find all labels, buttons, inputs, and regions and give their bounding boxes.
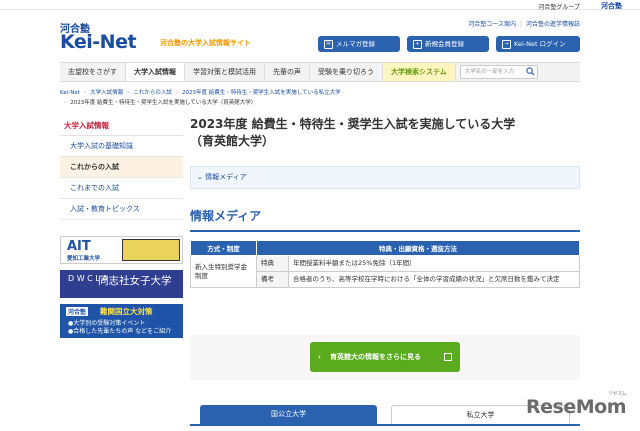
page-title: 2023年度 給費生・特待生・奨学生入試を実施している大学 （育英館大学） xyxy=(190,117,516,148)
nav-study-tips[interactable]: 学習対策と模試活用 xyxy=(185,63,265,81)
sidebar-item-basics[interactable]: 大学入試の基礎知識 xyxy=(60,136,183,157)
detail-cell: 合格者のうち、高等学校在学時における「全体の学習成績の状況」と欠席日数を鑑みて決… xyxy=(288,271,580,288)
top-bar: 河合塾グループ 河合塾 xyxy=(0,0,640,11)
more-info-button[interactable]: › 育英館大の情報をさらに見る xyxy=(310,342,460,372)
main-content: 2023年度 給費生・特待生・奨学生入試を実施している大学 （育英館大学） ⌄ … xyxy=(190,116,580,288)
magazine-link[interactable]: 河合塾の進学情報誌 xyxy=(526,21,580,28)
table-header-details: 特典・出願資格・選抜方法 xyxy=(256,240,580,256)
section-title: 情報メディア xyxy=(190,207,580,232)
global-nav: 志望校をさがす 大学入試情報 学習対策と模試活用 先輩の声 受験を乗り切ろう 大… xyxy=(60,62,580,82)
external-link-icon xyxy=(444,353,452,361)
sidebar-item-past[interactable]: これまでの入試 xyxy=(60,178,183,199)
user-icon: + xyxy=(413,39,422,49)
course-guide-link[interactable]: 河合塾コース案内 xyxy=(468,21,516,28)
register-button[interactable]: + 新規会員登録 xyxy=(407,36,489,52)
search-icon[interactable] xyxy=(526,67,535,76)
kawaijuku-title: 難関国立大対策 xyxy=(100,307,153,316)
doshisha-name: 同志社女子大学 xyxy=(98,275,172,287)
breadcrumb-admission[interactable]: 大学入試情報 xyxy=(90,90,123,96)
info-media-anchor[interactable]: ⌄ 情報メディア xyxy=(190,166,580,189)
kawaijuku-line2: ●合格した先輩たちの声 などをご紹介 xyxy=(68,328,172,335)
table-header-method: 方式・制度 xyxy=(190,240,257,256)
nav-university-search[interactable]: 大学検索システム xyxy=(383,63,456,81)
ait-banner[interactable]: AIT 愛知工業大学 xyxy=(60,236,183,264)
kawaijuku-banner[interactable]: 河合塾 難関国立大対策 ●大学別の受験対策イベント ●合格した先輩たちの声 など… xyxy=(60,304,183,338)
sidebar-heading[interactable]: 大学入試情報 xyxy=(60,116,183,136)
university-tabs: 国公立大学 私立大学 xyxy=(200,405,570,425)
chevron-right-icon: › xyxy=(318,353,321,361)
nav-exam-survival[interactable]: 受験を乗り切ろう xyxy=(310,63,383,81)
tab-underline xyxy=(190,424,580,426)
kind-cell: 特典 xyxy=(256,255,289,272)
sidebar-item-upcoming[interactable]: これからの入試 xyxy=(60,157,183,178)
nav-find-school[interactable]: 志望校をさがす xyxy=(60,63,126,81)
banner-illustration xyxy=(122,239,180,261)
search-input[interactable]: 大学名の一部を入力 xyxy=(459,65,538,79)
doshisha-banner[interactable]: D W C L A 同志社女子大学 xyxy=(60,270,183,298)
sidebar-item-topics[interactable]: 入試・教育トピックス xyxy=(60,199,183,220)
keinet-logo[interactable]: Kei-Net xyxy=(60,31,137,53)
ait-logo: AIT xyxy=(67,239,91,254)
kind-cell: 備考 xyxy=(256,271,289,288)
tab-national[interactable]: 国公立大学 xyxy=(200,405,377,425)
login-icon: → xyxy=(502,39,511,49)
nav-senior-voices[interactable]: 先輩の声 xyxy=(265,63,310,81)
resemom-watermark: ReseMom リセマム xyxy=(526,391,626,418)
scholarship-table: 方式・制度 特典・出願資格・選抜方法 新入生特別奨学金制度 特典 年間授業料半額… xyxy=(190,240,580,288)
kawaijuku-tag: 河合塾 xyxy=(66,307,89,316)
breadcrumb: Kei-Net › 大学入試情報 › これからの入試 › 2023年度 給費生・特待生・奨学… xyxy=(60,90,341,106)
ait-name: 愛知工業大学 xyxy=(67,256,101,262)
nav-admission-info[interactable]: 大学入試情報 xyxy=(126,63,185,81)
table-row: 新入生特別奨学金制度 特典 年間授業料半額または25%免除（1年間） xyxy=(190,255,580,288)
breadcrumb-current: 2023年度 給費生・特待生・奨学生入試を実施している大学（育英館大学） xyxy=(70,100,257,106)
sidebar: 大学入試情報 大学入試の基礎知識 これからの入試 これまでの入試 入試・教育トピ… xyxy=(60,116,183,220)
breadcrumb-home[interactable]: Kei-Net xyxy=(60,90,80,96)
detail-cell: 年間授業料半額または25%免除（1年間） xyxy=(288,255,580,272)
breadcrumb-upcoming[interactable]: これからの入試 xyxy=(133,90,172,96)
login-button[interactable]: → Kei-Net ログイン xyxy=(496,36,580,52)
site-tagline: 河合塾の大学入試情報サイト xyxy=(160,39,251,47)
breadcrumb-private[interactable]: 2023年度 給費生・特待生・奨学生入試を実施している私立大学 xyxy=(182,90,341,96)
site-header: 河合塾 Kei-Net 河合塾の大学入試情報サイト 河合塾コース案内 | 河合塾の進… xyxy=(0,10,640,58)
method-cell: 新入生特別奨学金制度 xyxy=(190,255,257,288)
mail-icon: ✉ xyxy=(324,39,333,49)
header-links: 河合塾コース案内 | 河合塾の進学情報誌 xyxy=(468,21,580,28)
newsletter-button[interactable]: ✉ メルマガ登録 xyxy=(318,36,400,52)
chevron-down-icon: ⌄ xyxy=(197,173,206,181)
